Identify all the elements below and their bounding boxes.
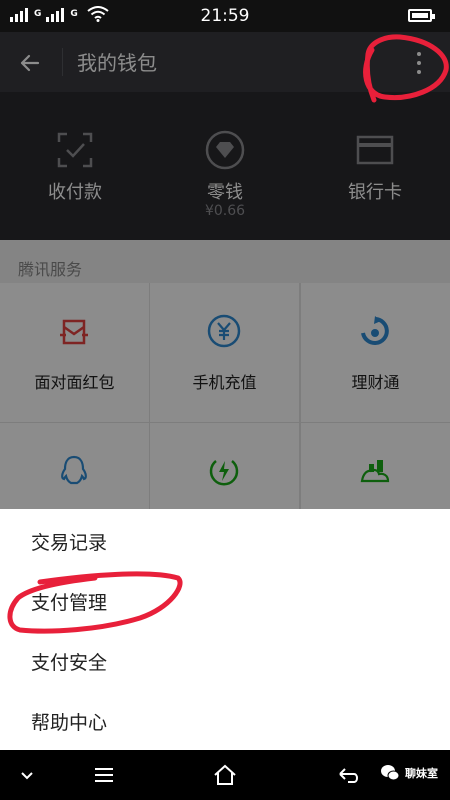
battery-icon bbox=[408, 9, 435, 22]
options-sheet: 交易记录 支付管理 支付安全 帮助中心 bbox=[0, 509, 450, 750]
status-time: 21:59 bbox=[200, 6, 250, 26]
menu-item-label: 支付安全 bbox=[31, 652, 108, 674]
menu-item-label: 支付管理 bbox=[31, 592, 108, 614]
menu-item-label: 交易记录 bbox=[31, 532, 108, 554]
watermark-text: 聊妹室 bbox=[405, 767, 438, 780]
menu-item-help-center[interactable]: 帮助中心 bbox=[0, 690, 450, 750]
menu-icon[interactable] bbox=[91, 762, 117, 788]
back-icon[interactable] bbox=[336, 762, 362, 788]
status-bar: G G 21:59 bbox=[0, 0, 450, 32]
menu-item-payment-management[interactable]: 支付管理 bbox=[0, 570, 450, 630]
wechat-logo-icon bbox=[381, 765, 400, 781]
chevron-down-icon[interactable] bbox=[14, 762, 40, 788]
menu-item-label: 帮助中心 bbox=[31, 712, 108, 734]
watermark: 聊妹室 bbox=[380, 763, 438, 783]
home-icon[interactable] bbox=[212, 762, 238, 788]
menu-item-payment-security[interactable]: 支付安全 bbox=[0, 630, 450, 690]
menu-item-transactions[interactable]: 交易记录 bbox=[0, 510, 450, 570]
